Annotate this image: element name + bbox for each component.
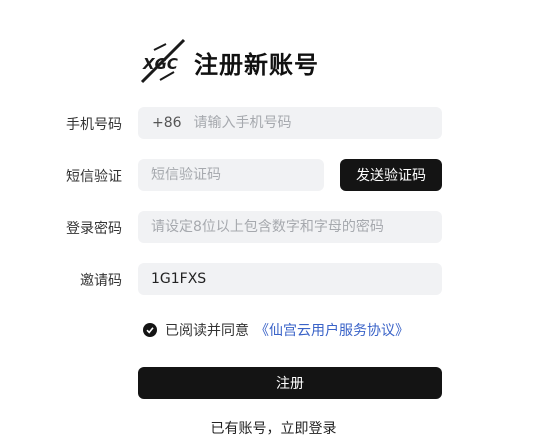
logo-text: XGC xyxy=(143,55,178,73)
phone-field: +86 xyxy=(138,107,442,139)
invite-label: 邀请码 xyxy=(80,273,122,289)
logo: XGC xyxy=(140,38,186,86)
check-icon xyxy=(146,327,154,334)
login-prompt-text: 已有账号， xyxy=(210,421,281,437)
agreement-text: 已阅读并同意 xyxy=(165,323,249,339)
login-prompt: 已有账号，立即登录 xyxy=(0,418,547,438)
agreement-checkbox[interactable] xyxy=(143,323,157,337)
password-field xyxy=(138,211,442,243)
terms-link[interactable]: 《仙宫云用户服务协议》 xyxy=(255,320,409,340)
send-code-button[interactable]: 发送验证码 xyxy=(340,159,442,191)
agreement-row: 已阅读并同意 《仙宫云用户服务协议》 xyxy=(143,320,409,340)
page-title: 注册新账号 xyxy=(194,50,319,79)
phone-input[interactable] xyxy=(193,115,428,131)
password-label: 登录密码 xyxy=(66,221,122,237)
login-link[interactable]: 立即登录 xyxy=(281,421,337,437)
sms-label: 短信验证 xyxy=(66,169,122,185)
invite-field xyxy=(138,263,442,295)
country-code-prefix[interactable]: +86 xyxy=(152,115,182,131)
invite-code-input[interactable] xyxy=(151,271,429,287)
password-input[interactable] xyxy=(151,219,429,235)
header: XGC 注册新账号 xyxy=(140,38,319,86)
phone-label: 手机号码 xyxy=(66,117,122,133)
sms-field xyxy=(138,159,324,191)
sms-code-input[interactable] xyxy=(151,167,311,183)
register-button[interactable]: 注册 xyxy=(138,367,442,399)
